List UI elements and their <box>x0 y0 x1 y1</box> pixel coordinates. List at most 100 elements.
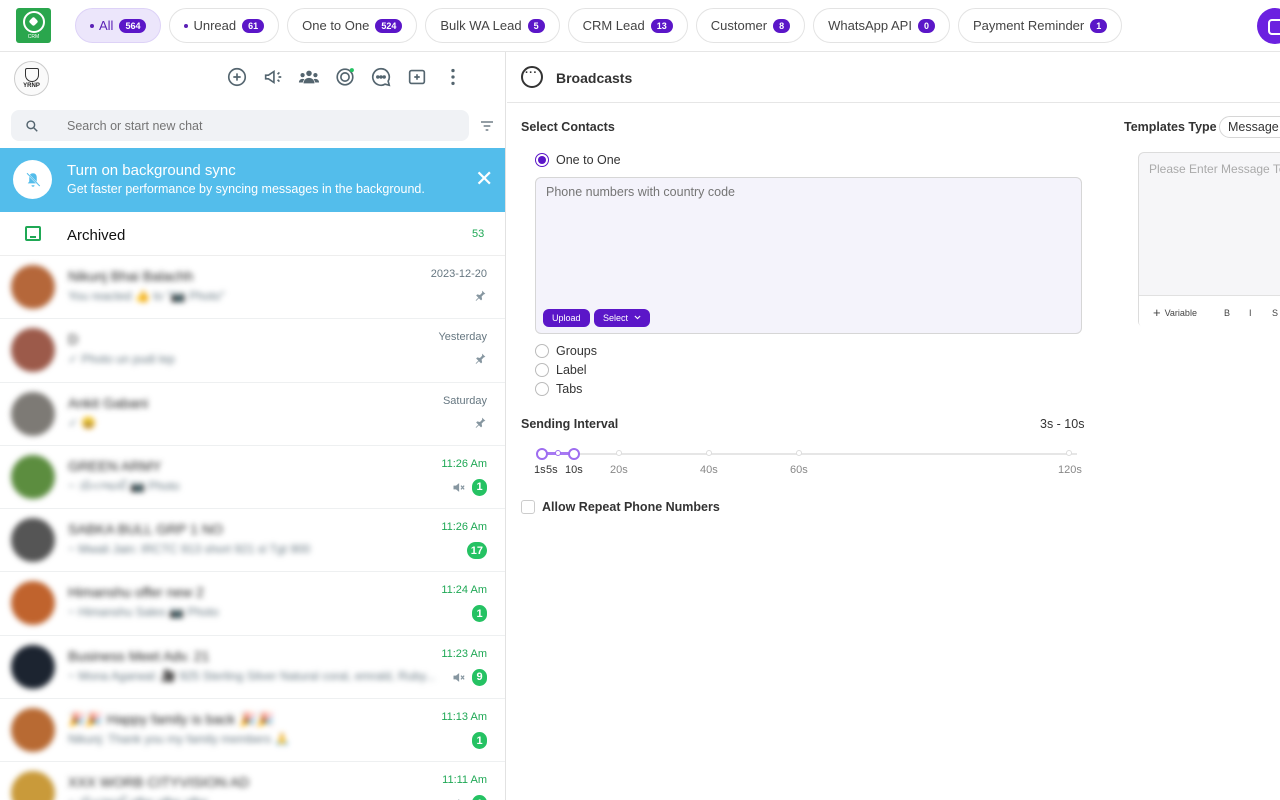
slider-tick-label: 20s <box>610 464 628 476</box>
chat-time: 11:26 Am <box>441 457 487 470</box>
radio-label: One to One <box>556 153 621 167</box>
chat-meta <box>474 416 487 429</box>
new-chat-icon[interactable] <box>226 66 248 88</box>
phone-numbers-input[interactable] <box>546 185 1066 295</box>
tab-all[interactable]: All 564 <box>75 8 162 43</box>
chat-name: Business Meet Adv. 21 <box>68 647 210 664</box>
tab-whatsapp-api[interactable]: WhatsApp API 0 <box>813 8 950 43</box>
header-icons <box>226 66 464 88</box>
editor-toolbar: + Variable B I S <box>1139 295 1280 328</box>
shield-icon <box>24 68 39 82</box>
background-sync-banner[interactable]: Turn on background sync Get faster perfo… <box>0 148 505 212</box>
radio-circle <box>535 344 549 358</box>
communities-icon[interactable] <box>298 66 320 88</box>
chat-meta: 17 <box>466 542 487 560</box>
chat-meta: 1 <box>451 478 487 496</box>
slider-handle[interactable] <box>536 448 548 460</box>
radio-circle <box>535 382 549 396</box>
radio-tabs[interactable]: Tabs <box>535 382 582 396</box>
radio-circle <box>535 153 549 167</box>
status-icon[interactable] <box>334 66 356 88</box>
contact-avatar <box>11 328 55 373</box>
contact-avatar <box>11 581 55 626</box>
chat-name: Ankit Gabani <box>68 394 149 411</box>
chat-list-item[interactable]: Ankit Gabani ✓ 😀 Saturday <box>0 383 505 446</box>
variable-button[interactable]: + Variable <box>1153 305 1197 320</box>
chat-list-item[interactable]: Nikunj Bhai Balachh You reacted 👍 to "📷 P… <box>0 256 505 320</box>
chat-list-item[interactable]: GREEN ARMY ~ ગ્રીનઆર્મી 📷 Photo 11:26 Am 1 <box>0 446 505 510</box>
archived-row[interactable]: Archived 53 <box>0 212 505 256</box>
unread-count-badge: 1 <box>472 605 487 623</box>
message-template-editor[interactable]: Please Enter Message Te + Variable B I S <box>1138 152 1280 328</box>
unread-count-badge: 1 <box>472 732 487 750</box>
chat-time: Yesterday <box>438 331 487 344</box>
chat-time: 11:11 Am <box>442 774 487 787</box>
chat-meta: 1 <box>472 605 487 623</box>
chat-meta <box>474 352 487 365</box>
upload-button[interactable]: Upload <box>543 309 590 327</box>
chat-meta: 1 <box>451 795 487 800</box>
chat-meta: 1 <box>472 732 487 750</box>
broadcast-header: Broadcasts <box>507 52 1280 103</box>
slider-handle[interactable] <box>568 448 580 460</box>
chat-time: 2023-12-20 <box>430 268 487 280</box>
channels-icon[interactable] <box>370 66 392 88</box>
chat-preview: ~ Mona Agarwal: 🎥 925 Sterling Silver Na… <box>68 668 436 683</box>
search-box[interactable] <box>11 110 469 141</box>
tab-bulk-wa-lead[interactable]: Bulk WA Lead 5 <box>425 8 560 43</box>
contact-avatar <box>11 265 55 309</box>
tab-label: WhatsApp API <box>828 18 912 33</box>
bell-off-icon <box>13 160 52 199</box>
chat-name: D <box>68 331 79 348</box>
templates-type-select[interactable]: Message <box>1219 116 1280 138</box>
tab-unread[interactable]: Unread 61 <box>169 8 280 43</box>
italic-button[interactable]: I <box>1249 305 1252 320</box>
radio-one-to-one[interactable]: One to One <box>535 153 621 167</box>
radio-groups[interactable]: Groups <box>535 344 597 358</box>
tab-label: Unread <box>193 18 237 33</box>
close-icon[interactable]: ✕ <box>475 168 493 190</box>
chat-list: Nikunj Bhai Balachh You reacted 👍 to "📷 P… <box>0 256 505 800</box>
chat-toggle-button[interactable] <box>1257 8 1280 44</box>
unread-count-badge: 17 <box>466 542 487 560</box>
allow-repeat-checkbox[interactable]: Allow Repeat Phone Numbers <box>521 500 720 514</box>
whatsapp-icon <box>22 11 45 33</box>
add-square-icon[interactable] <box>406 66 428 88</box>
radio-label: Tabs <box>556 382 583 396</box>
tab-one-to-one[interactable]: One to One 524 <box>287 8 418 43</box>
menu-kebab-icon[interactable] <box>442 66 464 88</box>
bold-button[interactable]: B <box>1224 305 1230 320</box>
tab-crm-lead[interactable]: CRM Lead 13 <box>567 8 688 43</box>
chat-list-item[interactable]: Himanshu offer new 2 ~ Himanshu Sales 📷 P… <box>0 572 505 636</box>
chat-list-item[interactable]: 🎉🎉 Happy family is back 🎉🎉 Nikunj: Thank … <box>0 699 505 763</box>
chat-preview: ~ ગ્રીનઆર્મી 📷 Photo <box>68 478 180 493</box>
allow-repeat-label: Allow Repeat Phone Numbers <box>542 500 720 514</box>
chat-name: 🎉🎉 Happy family is back 🎉🎉 <box>68 711 274 728</box>
interval-slider-track[interactable] <box>542 453 1077 455</box>
search-input[interactable] <box>67 118 447 133</box>
chat-meta: 9 <box>451 668 487 686</box>
checkbox-box <box>521 500 535 514</box>
chat-preview: ✓ 😀 <box>68 415 97 430</box>
chat-list-item[interactable]: XXX WORB CITYVISION AD ~ ગ્રીનઆર્મી offer… <box>0 762 505 800</box>
plus-icon: + <box>1153 305 1161 320</box>
profile-avatar[interactable]: YRNP <box>14 61 49 96</box>
chat-list-item[interactable]: D ✓ Photo un pudi lep Yesterday <box>0 319 505 383</box>
chat-list-item[interactable]: Business Meet Adv. 21 ~ Mona Agarwal: 🎥 9… <box>0 636 505 700</box>
tab-customer[interactable]: Customer 8 <box>695 8 806 43</box>
tab-dot <box>184 23 189 28</box>
broadcast-megaphone-icon[interactable] <box>262 66 284 88</box>
pin-icon <box>475 417 486 428</box>
tab-count-badge: 61 <box>242 18 265 33</box>
contact-avatar <box>11 708 55 753</box>
strike-button[interactable]: S <box>1272 305 1278 320</box>
top-filter-bar: CRM All 564 Unread 61 One to One 524 Bulk WA L… <box>0 0 1280 52</box>
filter-icon[interactable] <box>479 118 495 134</box>
chat-list-item[interactable]: SABKA BULL GRP 1 NO ~ Mwali Jain: IRCTC 9… <box>0 509 505 573</box>
archived-label: Archived <box>67 227 126 244</box>
app-logo[interactable]: CRM <box>16 8 51 43</box>
select-button[interactable]: Select <box>594 309 651 327</box>
tab-count-badge: 0 <box>917 18 935 33</box>
tab-payment-reminder[interactable]: Payment Reminder 1 <box>957 8 1123 43</box>
radio-label-option[interactable]: Label <box>535 363 587 377</box>
